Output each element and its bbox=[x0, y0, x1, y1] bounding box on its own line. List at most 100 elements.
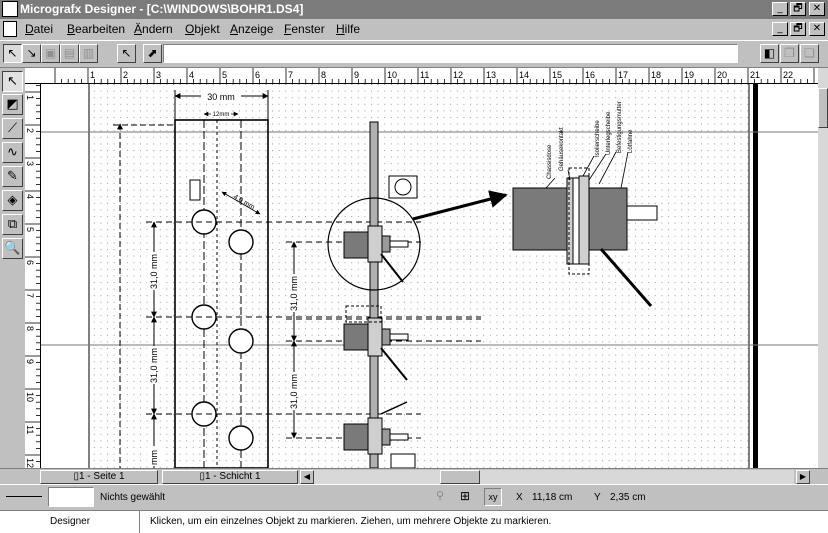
doc-restore-button[interactable]: 🗗 bbox=[790, 22, 806, 36]
ruler-label-h: 20 bbox=[717, 70, 727, 80]
x-coordinate: 11,18 cm bbox=[532, 492, 573, 503]
dim-30mm-label: 30 mm bbox=[207, 92, 235, 102]
app-icon[interactable] bbox=[2, 1, 18, 17]
page-tab[interactable]: ▯1 - Seite 1 bbox=[40, 470, 158, 484]
layers-icon[interactable]: ❐ bbox=[780, 44, 799, 63]
ruler-label-h: 19 bbox=[684, 70, 694, 80]
menu-datei[interactable]: Datei bbox=[25, 22, 53, 36]
ruler-label-v: 7 bbox=[25, 293, 35, 298]
hint-app-name: Designer bbox=[50, 516, 91, 527]
zoom-tool-icon[interactable]: 🔍 bbox=[2, 238, 23, 259]
status-bar: Nichts gewählt ⚲ ⊞ xy X 11,18 cm Y 2,35 … bbox=[0, 484, 828, 510]
y-label: Y bbox=[594, 492, 601, 503]
select-tool-icon[interactable]: ↖ bbox=[2, 71, 23, 92]
horizontal-ruler[interactable]: 1 2 3 4 5 6 7 8 9 10 11 12 13 14 15 16 17 18 19 20 21 22 bbox=[25, 68, 818, 84]
ruler-label-v: 2 bbox=[25, 128, 35, 133]
pencil-tool-icon[interactable]: ✎ bbox=[2, 166, 23, 187]
ungroup-icon[interactable]: ▤ bbox=[60, 44, 79, 63]
line-tool-icon[interactable]: ⟋ bbox=[2, 118, 23, 139]
ruler-label-v: 8 bbox=[25, 326, 35, 331]
ruler-label-h: 5 bbox=[222, 70, 227, 80]
dim-12mm-label: 12mm bbox=[213, 112, 230, 118]
line-style-preview[interactable] bbox=[6, 496, 42, 497]
ruler-label-v: 12 bbox=[25, 458, 35, 468]
menu-anzeige[interactable]: Anzeige bbox=[230, 22, 273, 36]
horizontal-scroll-track[interactable] bbox=[314, 470, 794, 484]
ruler-label-h: 9 bbox=[354, 70, 359, 80]
tool-palette: ↖ ◩ ⟋ ∿ ✎ ◈ ⧉ 🔍 bbox=[0, 68, 25, 468]
doc-close-button[interactable]: ✕ bbox=[809, 22, 825, 36]
node-edit-icon[interactable]: ↘ bbox=[22, 44, 41, 63]
horizontal-scroll-thumb[interactable] bbox=[440, 470, 480, 484]
drawing-canvas[interactable]: 30 mm 12mm 4,0 mm 31,0 mm 31,0 mm mm 31,… bbox=[41, 84, 818, 468]
ruler-label-h: 10 bbox=[387, 70, 397, 80]
menu-bar: Datei Bearbeiten Ändern Objekt Anzeige F… bbox=[0, 19, 828, 40]
hint-bar: Designer Klicken, um ein einzelnes Objek… bbox=[0, 510, 828, 533]
arrow-tool-icon[interactable]: ↖ bbox=[3, 44, 22, 63]
ruler-label-v: 4 bbox=[25, 194, 35, 199]
selection-status: Nichts gewählt bbox=[100, 492, 166, 503]
ruler-label-h: 21 bbox=[750, 70, 760, 80]
snap-icon[interactable]: ⚲ bbox=[436, 489, 450, 505]
dim-mm-bottom: mm bbox=[149, 450, 159, 465]
menu-hilfe[interactable]: Hilfe bbox=[336, 22, 360, 36]
zoom-select-icon[interactable]: ⬈ bbox=[143, 44, 162, 63]
ruler-label-v: 6 bbox=[25, 260, 35, 265]
ruler-label-h: 16 bbox=[585, 70, 595, 80]
fill-preview[interactable] bbox=[48, 487, 94, 507]
dim-31-left-1: 31,0 mm bbox=[149, 254, 159, 289]
ruler-label-h: 6 bbox=[255, 70, 260, 80]
horizontal-ruler-scale: 1 2 3 4 5 6 7 8 9 10 11 12 13 14 15 16 17 18 19 20 21 22 bbox=[54, 68, 815, 83]
title-bar: Micrografx Designer - [C:\WINDOWS\BOHR1.… bbox=[0, 0, 828, 19]
hint-message: Klicken, um ein einzelnes Objekt zu mark… bbox=[150, 516, 552, 527]
pages-icon[interactable]: ❏ bbox=[800, 44, 819, 63]
layer-tab[interactable]: ▯1 - Schicht 1 bbox=[162, 470, 298, 484]
minimize-button[interactable]: _ bbox=[772, 2, 788, 16]
copy-tool-icon[interactable]: ⧉ bbox=[2, 214, 23, 235]
vertical-ruler-scale: 123456789101112 bbox=[25, 84, 40, 468]
vertical-scrollbar[interactable] bbox=[818, 68, 828, 468]
ruler-label-v: 3 bbox=[25, 161, 35, 166]
page-bar: ▯1 - Seite 1 ▯1 - Schicht 1 ◀ ▶ bbox=[0, 468, 828, 484]
dim-31-right-1: 31,0 mm bbox=[289, 276, 299, 311]
menu-objekt[interactable]: Objekt bbox=[185, 22, 220, 36]
menu-fenster[interactable]: Fenster bbox=[284, 22, 325, 36]
ruler-label-h: 11 bbox=[420, 70, 429, 80]
ruler-label-h: 13 bbox=[486, 70, 496, 80]
doc-minimize-button[interactable]: _ bbox=[772, 22, 788, 36]
callout-chassisdose: Chassisdose bbox=[547, 144, 553, 179]
view-icon[interactable]: ◧ bbox=[760, 44, 779, 63]
document-icon[interactable] bbox=[3, 21, 17, 37]
ruler-label-v: 5 bbox=[25, 227, 35, 232]
grid-icon[interactable]: ⊞ bbox=[460, 489, 476, 505]
menu-bearbeiten[interactable]: Bearbeiten bbox=[67, 22, 125, 36]
ruler-label-h: 15 bbox=[552, 70, 562, 80]
ruler-label-v: 9 bbox=[25, 359, 35, 364]
ruler-label-h: 8 bbox=[321, 70, 326, 80]
ruler-label-h: 2 bbox=[123, 70, 128, 80]
menu-aendern[interactable]: Ändern bbox=[134, 22, 173, 36]
combine-icon[interactable]: ▥ bbox=[79, 44, 98, 63]
x-label: X bbox=[516, 492, 523, 503]
curve-tool-icon[interactable]: ∿ bbox=[2, 142, 23, 163]
xy-icon[interactable]: xy bbox=[484, 488, 502, 506]
command-input[interactable] bbox=[163, 44, 738, 63]
group-icon[interactable]: ▣ bbox=[41, 44, 60, 63]
ruler-label-h: 17 bbox=[618, 70, 628, 80]
pointer-icon[interactable]: ↖ bbox=[117, 44, 136, 63]
toolbar: ↖ ↘ ▣ ▤ ▥ ↖ ⬈ ◧ ❐ ❏ bbox=[0, 40, 828, 68]
restore-button[interactable]: 🗗 bbox=[790, 2, 806, 16]
ruler-label-v: 1 bbox=[25, 95, 35, 100]
page-tab-label: 1 - Seite 1 bbox=[78, 471, 125, 482]
vertical-ruler[interactable]: 1 2 3 4 5 6 7 8 9 10 11 12 bbox=[25, 84, 41, 468]
callout-isolierscheibe: Isolierscheibe bbox=[595, 120, 601, 157]
fill-tool-icon[interactable]: ◈ bbox=[2, 190, 23, 211]
callout-gehaeusekontakt: Gehäusekontakt bbox=[559, 127, 565, 171]
scroll-left-button[interactable]: ◀ bbox=[300, 470, 314, 484]
close-button[interactable]: ✕ bbox=[809, 2, 825, 16]
window-title: Micrografx Designer - [C:\WINDOWS\BOHR1.… bbox=[20, 2, 304, 16]
scroll-right-button[interactable]: ▶ bbox=[796, 470, 810, 484]
vertical-scroll-thumb[interactable] bbox=[818, 88, 828, 128]
rectangle-tool-icon[interactable]: ◩ bbox=[2, 94, 23, 115]
ruler-label-h: 4 bbox=[189, 70, 194, 80]
